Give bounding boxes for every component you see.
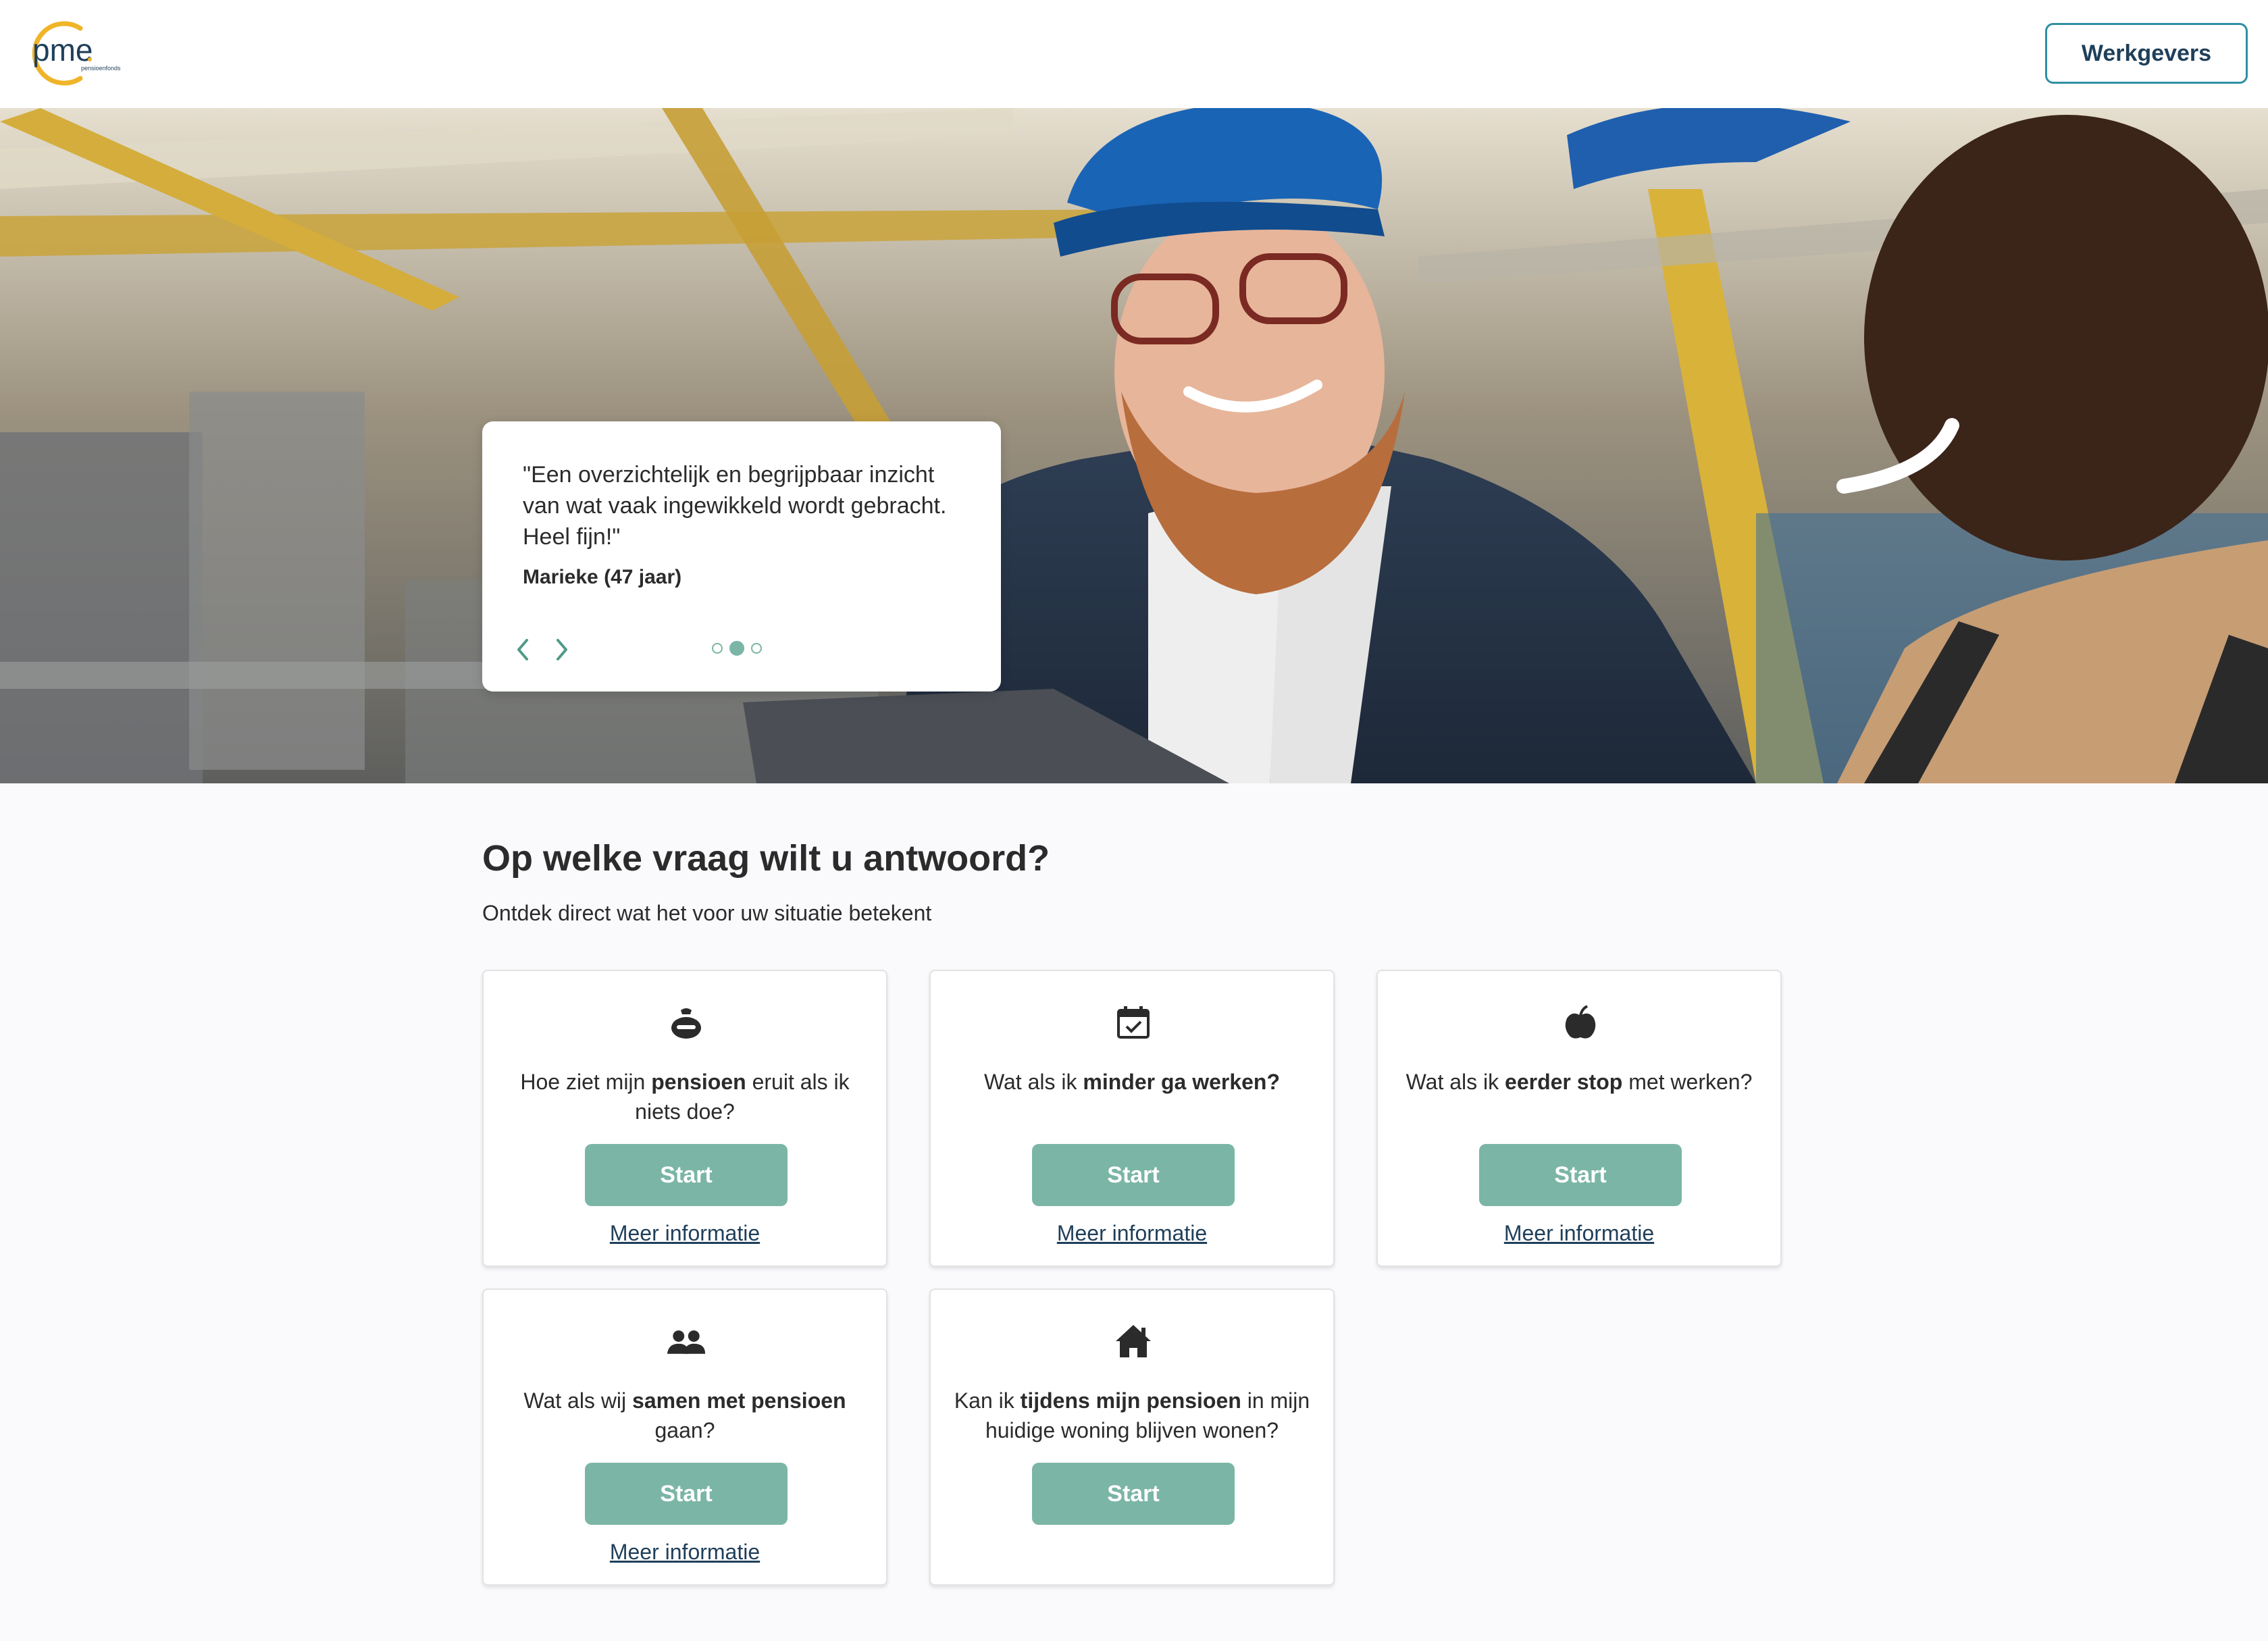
start-button[interactable]: Start: [1032, 1144, 1235, 1206]
pme-logo-icon: pme pensioenfonds: [32, 21, 121, 86]
question-card-together: Wat als wij samen met pensioen gaan? Sta…: [482, 1288, 887, 1586]
testimonial-author: Marieke (47 jaar): [523, 566, 682, 588]
calendar-check-icon: [1113, 1002, 1154, 1043]
wallet-icon: [666, 1002, 706, 1043]
carousel-dot-2[interactable]: [729, 641, 744, 656]
question-text: Wat als ik minder ga werken?: [983, 1070, 1281, 1094]
apple-icon: [1560, 1002, 1601, 1043]
chevron-left-icon: [517, 639, 528, 660]
site-header: pme pensioenfonds Werkgevers: [0, 0, 2268, 108]
carousel-next-button[interactable]: [554, 637, 581, 665]
more-info-link[interactable]: Meer informatie: [484, 1221, 886, 1246]
carousel-dots: [712, 641, 762, 656]
carousel-dot-1[interactable]: [712, 643, 723, 654]
more-info-link[interactable]: Meer informatie: [1378, 1221, 1780, 1246]
people-icon: [666, 1321, 706, 1361]
carousel-dot-3[interactable]: [751, 643, 762, 654]
pme-logo[interactable]: pme pensioenfonds: [16, 20, 138, 88]
hero-photo: [0, 108, 2268, 783]
chevron-right-icon: [557, 639, 567, 660]
question-card-stop-early: Wat als ik eerder stop met werken? Start…: [1376, 970, 1782, 1267]
logo-wordmark: pme: [32, 32, 93, 68]
testimonial-quote: "Een overzichtelijk en begrijpbaar inzic…: [523, 462, 947, 550]
testimonial-card: "Een overzichtelijk en begrijpbaar inzic…: [482, 421, 1001, 692]
question-card-housing: Kan ik tijdens mijn pensioen in mijn hui…: [929, 1288, 1335, 1586]
section-subtitle: Ontdek direct wat het voor uw situatie b…: [482, 901, 932, 925]
start-button[interactable]: Start: [585, 1144, 788, 1206]
more-info-link[interactable]: Meer informatie: [484, 1540, 886, 1565]
employers-button[interactable]: Werkgevers: [2045, 23, 2248, 84]
question-card-pension: Hoe ziet mijn pensioen eruit als ik niet…: [482, 970, 887, 1267]
house-icon: [1113, 1321, 1154, 1361]
hero-banner: "Een overzichtelijk en begrijpbaar inzic…: [0, 108, 2268, 783]
carousel-prev-button[interactable]: [515, 637, 542, 665]
section-title: Op welke vraag wilt u antwoord?: [482, 838, 1050, 879]
question-card-work-less: Wat als ik minder ga werken? Start Meer …: [929, 970, 1335, 1267]
question-text: Wat als ik eerder stop met werken?: [1406, 1070, 1753, 1094]
logo-subtext: pensioenfonds: [81, 65, 121, 72]
question-text: Wat als wij samen met pensioen gaan?: [523, 1388, 846, 1442]
question-text: Hoe ziet mijn pensioen eruit als ik niet…: [520, 1070, 850, 1124]
start-button[interactable]: Start: [1479, 1144, 1682, 1206]
question-text: Kan ik tijdens mijn pensioen in mijn hui…: [954, 1388, 1310, 1442]
start-button[interactable]: Start: [1032, 1463, 1235, 1525]
start-button[interactable]: Start: [585, 1463, 788, 1525]
more-info-link[interactable]: Meer informatie: [931, 1221, 1333, 1246]
